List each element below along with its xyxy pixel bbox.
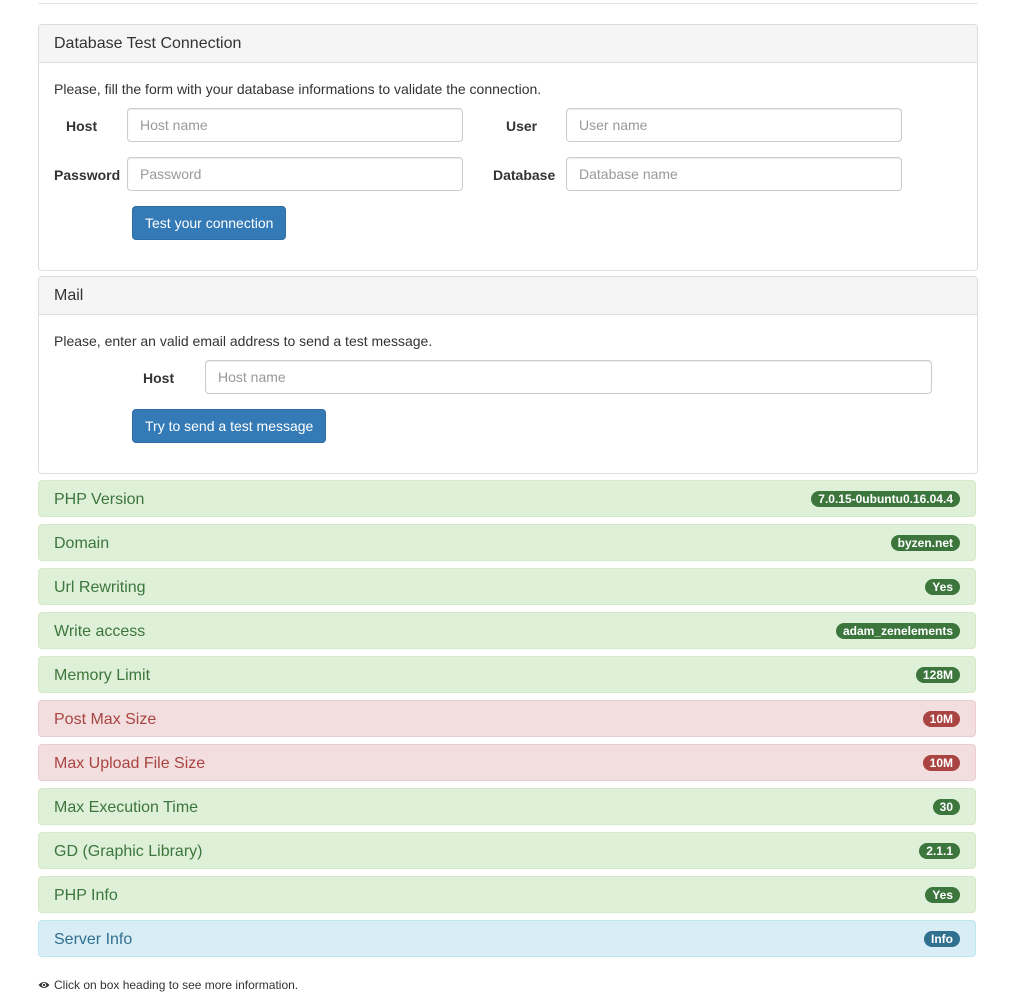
top-divider <box>38 3 978 4</box>
check-domain[interactable]: Domain byzen.net <box>38 524 976 561</box>
check-server-info[interactable]: Server Info Info <box>38 920 976 957</box>
footer-note: Click on box heading to see more informa… <box>38 978 298 992</box>
mail-host-input[interactable] <box>205 360 932 394</box>
send-test-message-button[interactable]: Try to send a test message <box>132 409 327 443</box>
eye-icon <box>38 980 50 990</box>
check-label: Max Execution Time <box>54 799 199 816</box>
check-label: Max Upload File Size <box>54 755 206 772</box>
check-badge: 7.0.15-0ubuntu0.16.04.4 <box>811 491 960 507</box>
check-label: PHP Info <box>54 887 118 904</box>
test-connection-button[interactable]: Test your connection <box>132 206 287 240</box>
check-label: Url Rewriting <box>54 579 146 596</box>
check-badge: 30 <box>932 799 960 815</box>
check-badge: byzen.net <box>890 535 960 551</box>
check-label: Server Info <box>54 931 133 948</box>
check-badge: 10M <box>922 711 960 727</box>
footer-text: Click on box heading to see more informa… <box>54 978 299 992</box>
check-badge: 10M <box>922 755 960 771</box>
database-panel-description: Please, fill the form with your database… <box>54 81 542 97</box>
check-memory-limit[interactable]: Memory Limit 128M <box>38 656 976 693</box>
check-max-upload-file-size[interactable]: Max Upload File Size 10M <box>38 744 976 781</box>
check-url-rewriting[interactable]: Url Rewriting Yes <box>38 568 976 605</box>
check-label: Write access <box>54 623 146 640</box>
check-max-execution-time[interactable]: Max Execution Time 30 <box>38 788 976 825</box>
check-php-version[interactable]: PHP Version 7.0.15-0ubuntu0.16.04.4 <box>38 480 976 517</box>
mail-panel-heading[interactable]: Mail <box>39 277 977 315</box>
db-host-input[interactable] <box>127 108 463 142</box>
check-badge: Yes <box>925 887 960 903</box>
check-badge: 2.1.1 <box>919 843 960 859</box>
check-gd-library[interactable]: GD (Graphic Library) 2.1.1 <box>38 832 976 869</box>
mail-host-label: Host <box>143 370 175 386</box>
check-badge: Info <box>924 931 960 947</box>
check-php-info[interactable]: PHP Info Yes <box>38 876 976 913</box>
check-write-access[interactable]: Write access adam_zenelements <box>38 612 976 649</box>
check-badge: Yes <box>925 579 960 595</box>
mail-panel-description: Please, enter an valid email address to … <box>54 333 433 349</box>
check-badge: 128M <box>915 667 960 683</box>
check-label: PHP Version <box>54 491 145 508</box>
db-password-label: Password <box>54 167 121 183</box>
check-label: GD (Graphic Library) <box>54 843 203 860</box>
database-test-panel: Database Test Connection Please, fill th… <box>38 24 978 271</box>
db-database-input[interactable] <box>566 157 902 191</box>
db-password-input[interactable] <box>127 157 463 191</box>
check-badge: adam_zenelements <box>835 623 960 639</box>
check-label: Domain <box>54 535 110 552</box>
db-host-label: Host <box>66 118 98 134</box>
db-user-input[interactable] <box>566 108 902 142</box>
check-label: Memory Limit <box>54 667 151 684</box>
db-database-label: Database <box>493 167 556 183</box>
database-panel-heading[interactable]: Database Test Connection <box>39 25 977 63</box>
check-post-max-size[interactable]: Post Max Size 10M <box>38 700 976 737</box>
check-label: Post Max Size <box>54 711 157 728</box>
mail-panel: Mail Please, enter an valid email addres… <box>38 276 978 474</box>
db-user-label: User <box>506 118 538 134</box>
